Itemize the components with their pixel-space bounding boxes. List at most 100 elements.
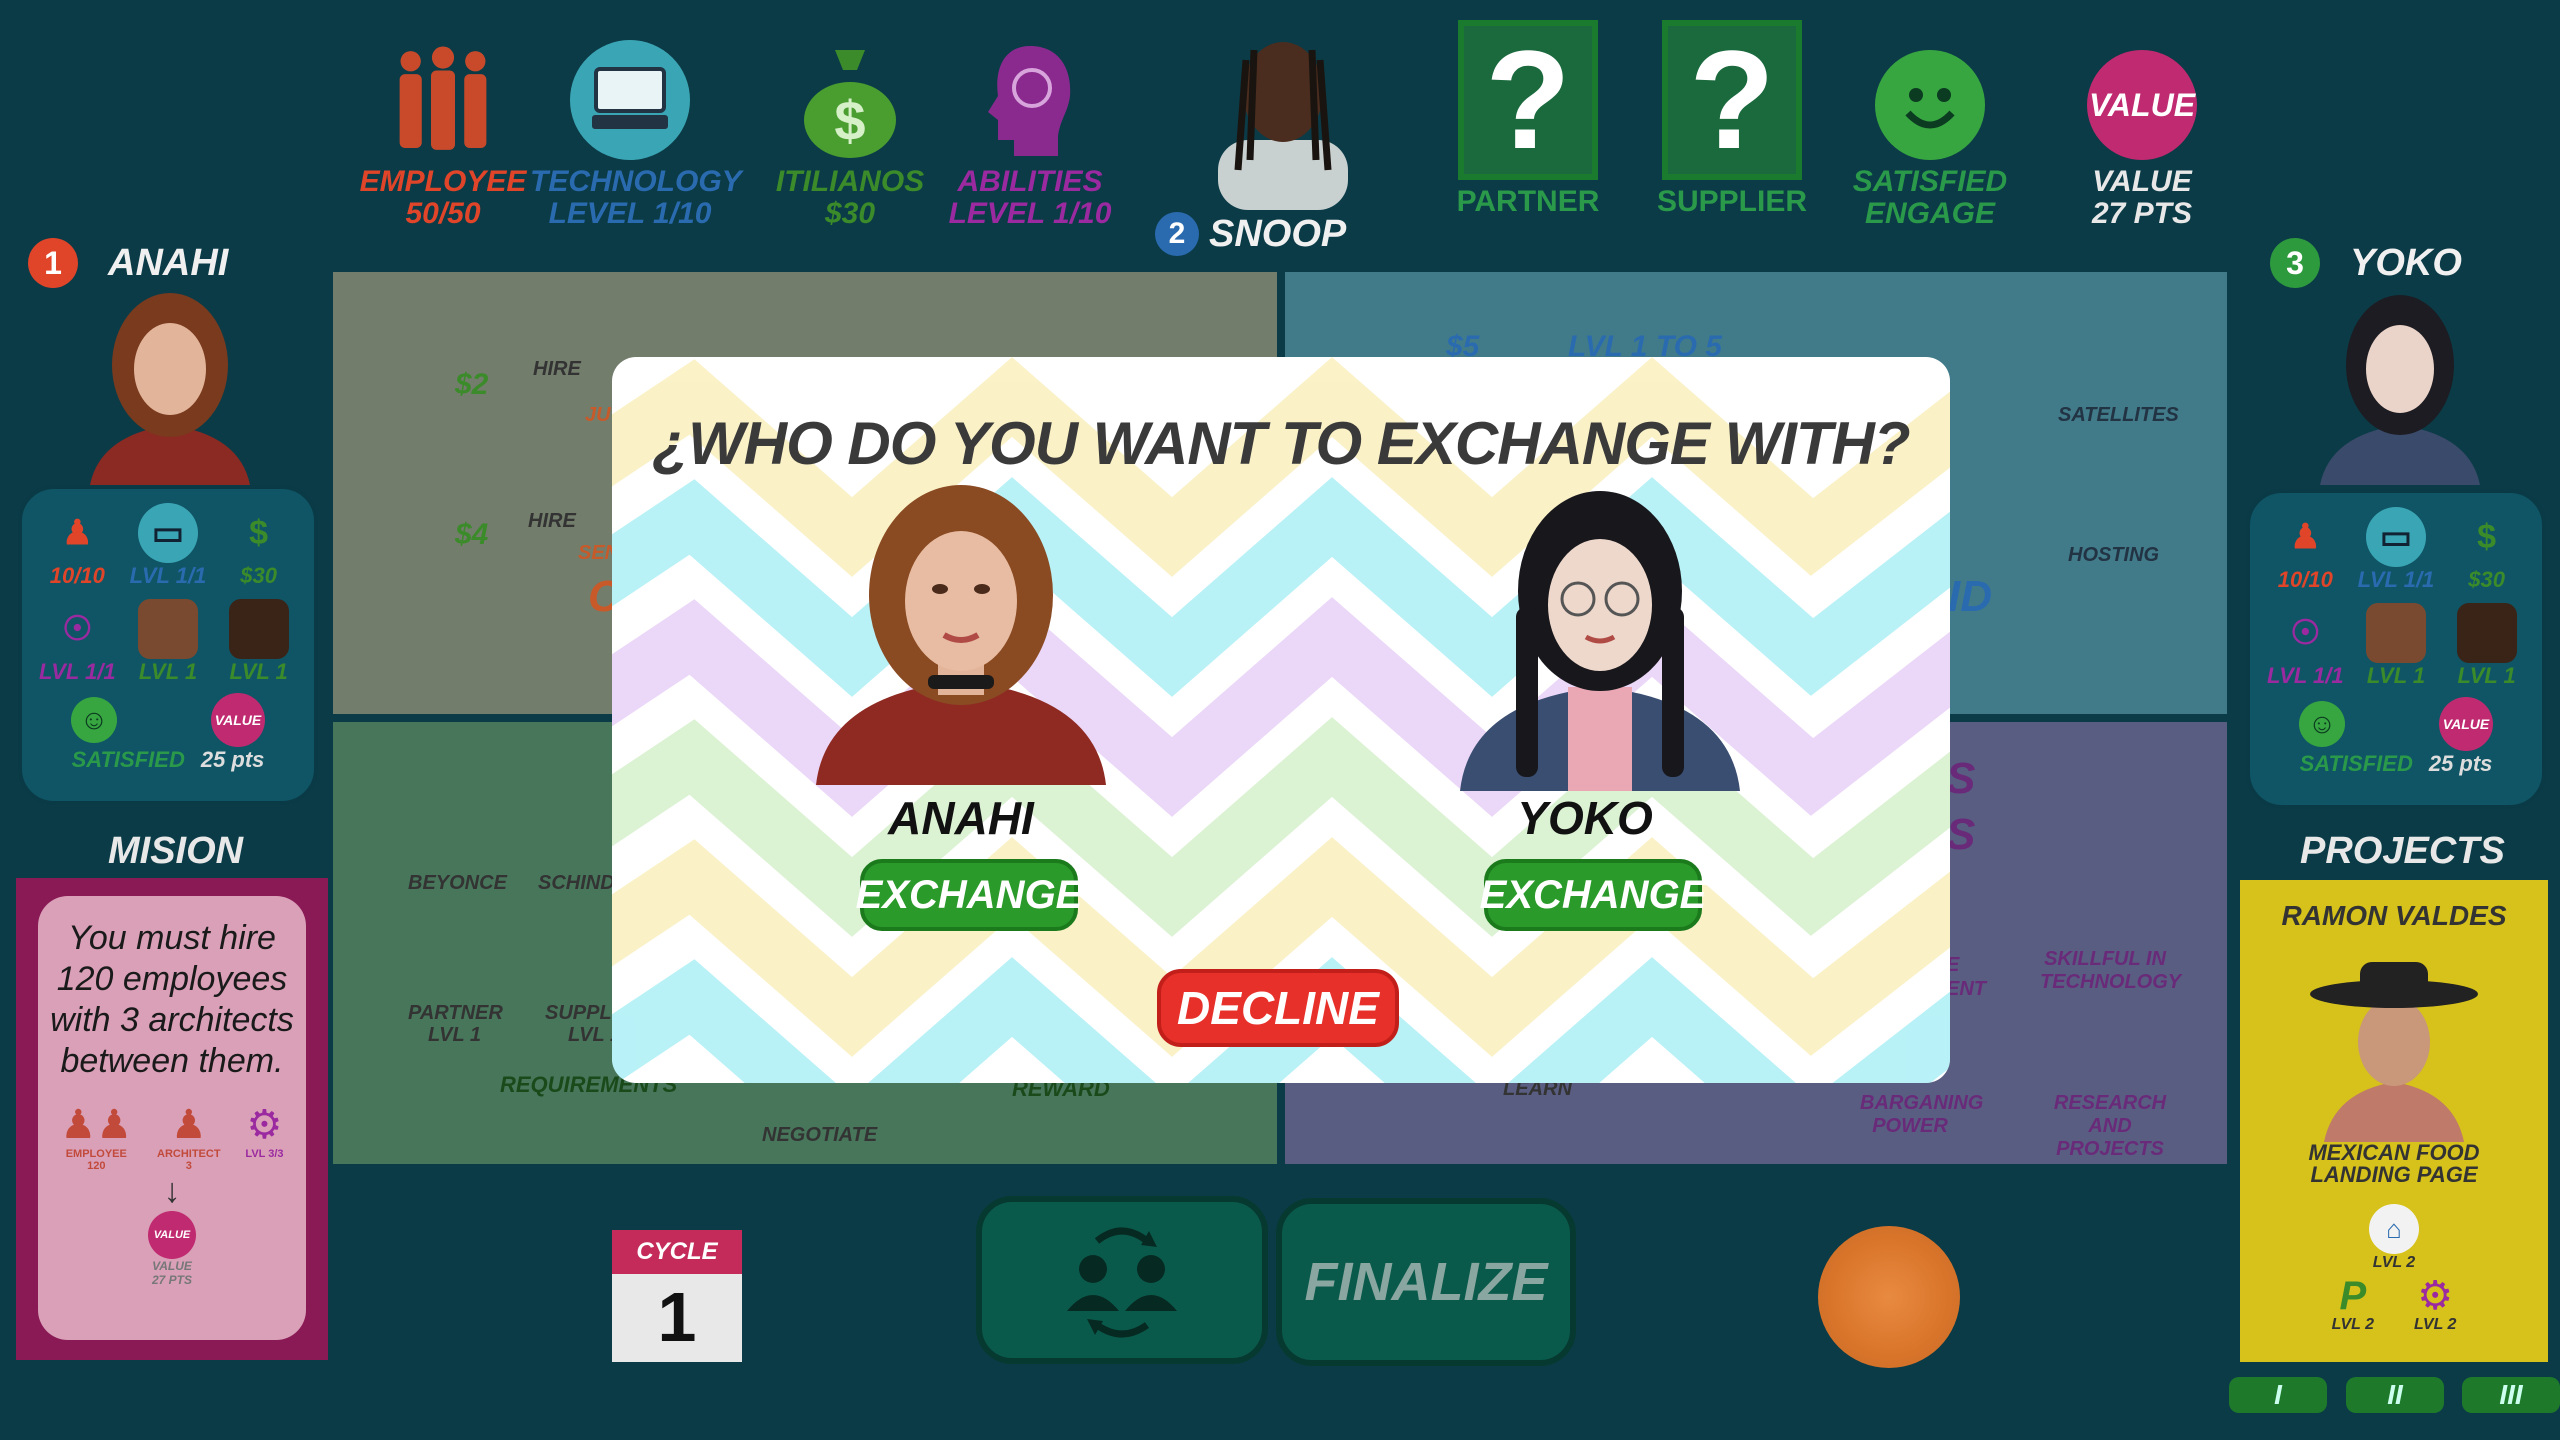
satisfied-label: SATISFIED (71, 747, 185, 772)
current-player-tag: 2 SNOOP (1155, 212, 1346, 256)
brain-head-icon (970, 40, 1090, 160)
project-req-abilities: LVL 2 (2414, 1316, 2457, 1333)
finalize-button[interactable]: FINALIZE (1276, 1198, 1576, 1366)
architect-icon: ♟ (170, 1103, 207, 1147)
board-fragment-s1: S (1946, 754, 1976, 803)
value-stat: VALUE VALUE 27 PTS (2042, 50, 2242, 230)
mission-architect-label: ARCHITECT (157, 1148, 221, 1160)
supplier-level: LVL 1 (229, 659, 288, 684)
left-player-name: ANAHI (108, 241, 229, 284)
router-icon: ⌂ (2369, 1204, 2419, 1254)
barganing-label: BARGANING POWER (1860, 1092, 1984, 1137)
right-player-name: YOKO (2350, 241, 2462, 284)
projects-heading: PROJECTS (2300, 830, 2505, 872)
cycle-calendar: CYCLE 1 (612, 1230, 742, 1362)
value-pts: 27 PTS (2091, 197, 2193, 230)
money-bag-icon: $ (2477, 517, 2497, 556)
player-badge: 1 (28, 238, 78, 288)
abilities-value: LEVEL 1/10 (948, 197, 1112, 230)
employees-icon: ♟♟ (60, 1103, 133, 1147)
mission-heading: MISION (108, 830, 244, 872)
partner-level: LVL 1 (2366, 663, 2426, 688)
gear-head-icon: ⚙ (2417, 1274, 2454, 1318)
hire-label: HIRE (533, 358, 581, 380)
player-badge: 3 (2270, 238, 2320, 288)
partner-sub: PARTNER (408, 1002, 503, 1024)
decline-button[interactable]: DECLINE (1157, 969, 1399, 1047)
exchange-with-yoko-button[interactable]: EXCHANGE (1480, 859, 1706, 931)
partner-name: BEYONCE (408, 872, 507, 894)
employees-icon: ♟ (2290, 518, 2321, 556)
abilities-label: ABILITIES (957, 165, 1103, 198)
exchange-users-icon (1067, 1227, 1177, 1338)
money-bag-icon: $ (790, 40, 910, 160)
skillful-label: SKILLFUL IN TECHNOLOGY (2040, 948, 2182, 993)
project-tab-2[interactable]: II (2346, 1377, 2444, 1413)
question-icon: ? (1458, 20, 1598, 180)
value-icon: VALUE (148, 1211, 196, 1259)
research-label: RESEARCH AND PROJECTS (2053, 1092, 2167, 1160)
mission-value-label: VALUE (152, 1259, 192, 1273)
value-points: 25 pts (200, 747, 265, 772)
cost-two: $2 (455, 368, 489, 401)
supplier-slot[interactable]: ? SUPPLIER (1632, 20, 1832, 218)
itilianos-value: $30 (824, 197, 876, 230)
money-amount: $30 (240, 563, 277, 588)
current-player-name: SNOOP (1209, 212, 1347, 255)
satisfied-label: SATISFIED (2299, 751, 2413, 776)
value-icon: VALUE (211, 693, 265, 747)
partner-avatar (137, 599, 198, 659)
current-player-avatar (1198, 20, 1368, 210)
satisfied-stat: SATISFIED ENGAGE (1830, 50, 2030, 230)
value-icon: VALUE (2087, 50, 2197, 160)
technology-value: LEVEL 1/10 (548, 197, 712, 230)
mission-employee-label: EMPLOYEE (65, 1148, 127, 1160)
supplier-sub: SUPPLI (545, 1002, 618, 1024)
supplier-label: SUPPLIER (1656, 185, 1808, 218)
smiley-icon (1875, 50, 1985, 160)
satisfied-sub: ENGAGE (1864, 197, 1996, 230)
supplier-avatar (2456, 603, 2517, 663)
anahi-portrait (816, 485, 1106, 785)
mission-level: LVL 3/3 (245, 1148, 284, 1160)
exchange-dialog-title: ¿WHO DO YOU WANT TO EXCHANGE WITH? (652, 410, 1910, 477)
mission-architect-count: 3 (185, 1160, 192, 1172)
question-icon: ? (1662, 20, 1802, 180)
project-title: RAMON VALDES (2281, 900, 2507, 931)
partner-slot[interactable]: ? PARTNER (1428, 20, 1628, 218)
current-player-badge: 2 (1155, 212, 1199, 256)
itilianos-stat: $ ITILIANOS $30 (750, 40, 950, 230)
board-fragment-s2: S (1946, 810, 1976, 859)
yoko-portrait (1460, 487, 1740, 791)
partner-label: PARTNER (1456, 185, 1600, 218)
project-tab-3[interactable]: III (2462, 1377, 2560, 1413)
employees-count: 10/10 (49, 563, 105, 588)
project-client-avatar (2294, 942, 2494, 1142)
employee-value: 50/50 (405, 197, 481, 230)
exchange-button[interactable] (976, 1196, 1268, 1364)
computer-icon: ▭ (2365, 507, 2426, 567)
employees-icon: ♟ (62, 514, 93, 552)
technology-label: TECHNOLOGY (530, 165, 742, 198)
exchange-with-anahi-button[interactable]: EXCHANGE (856, 859, 1082, 931)
board-fragment-id: ID (1948, 572, 1992, 621)
project-card[interactable]: RAMON VALDES MEXICAN FOOD LANDING PAGE ⌂… (2240, 880, 2548, 1362)
cycle-value: 1 (657, 1278, 697, 1356)
itilianos-label: ITILIANOS (775, 165, 925, 198)
employees-count: 10/10 (2277, 567, 2333, 592)
cost-four: $4 (455, 518, 489, 551)
left-player-header: 1 ANAHI (28, 238, 228, 288)
value-icon: VALUE (2439, 697, 2493, 751)
value-points: 25 pts (2428, 751, 2493, 776)
mission-card[interactable]: You must hire 120 employees with 3 archi… (16, 878, 328, 1360)
hire-label-2: HIRE (528, 510, 576, 532)
brain-head-icon: ☉ (2290, 614, 2321, 652)
project-tab-1[interactable]: I (2229, 1377, 2327, 1413)
project-req-hosting: LVL 2 (2372, 1254, 2416, 1271)
cycle-label: CYCLE (612, 1230, 742, 1274)
right-player-header: 3 YOKO (2270, 238, 2462, 288)
value-label: VALUE (2092, 165, 2192, 198)
computer-icon (570, 40, 690, 160)
satellites-label: SATELLITES (2058, 404, 2179, 426)
brain-head-icon: ☉ (62, 610, 93, 648)
